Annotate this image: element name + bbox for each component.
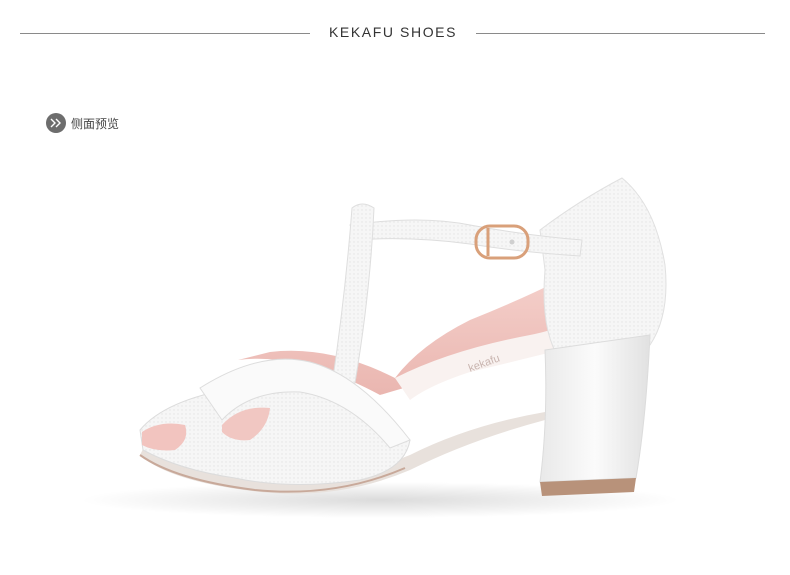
side-view-label: 侧面预览 bbox=[46, 113, 119, 133]
double-chevron-right-icon bbox=[46, 113, 66, 133]
header-divider-right bbox=[476, 33, 765, 34]
brand-title: KEKAFU SHOES bbox=[328, 24, 458, 40]
product-photo: kekafu bbox=[80, 177, 680, 518]
header-divider-left bbox=[20, 33, 310, 34]
page-header: KEKAFU SHOES bbox=[0, 0, 790, 70]
shoe-heel-counter bbox=[539, 177, 667, 361]
side-view-text: 侧面预览 bbox=[71, 116, 120, 131]
shoe-block-heel bbox=[539, 334, 651, 483]
